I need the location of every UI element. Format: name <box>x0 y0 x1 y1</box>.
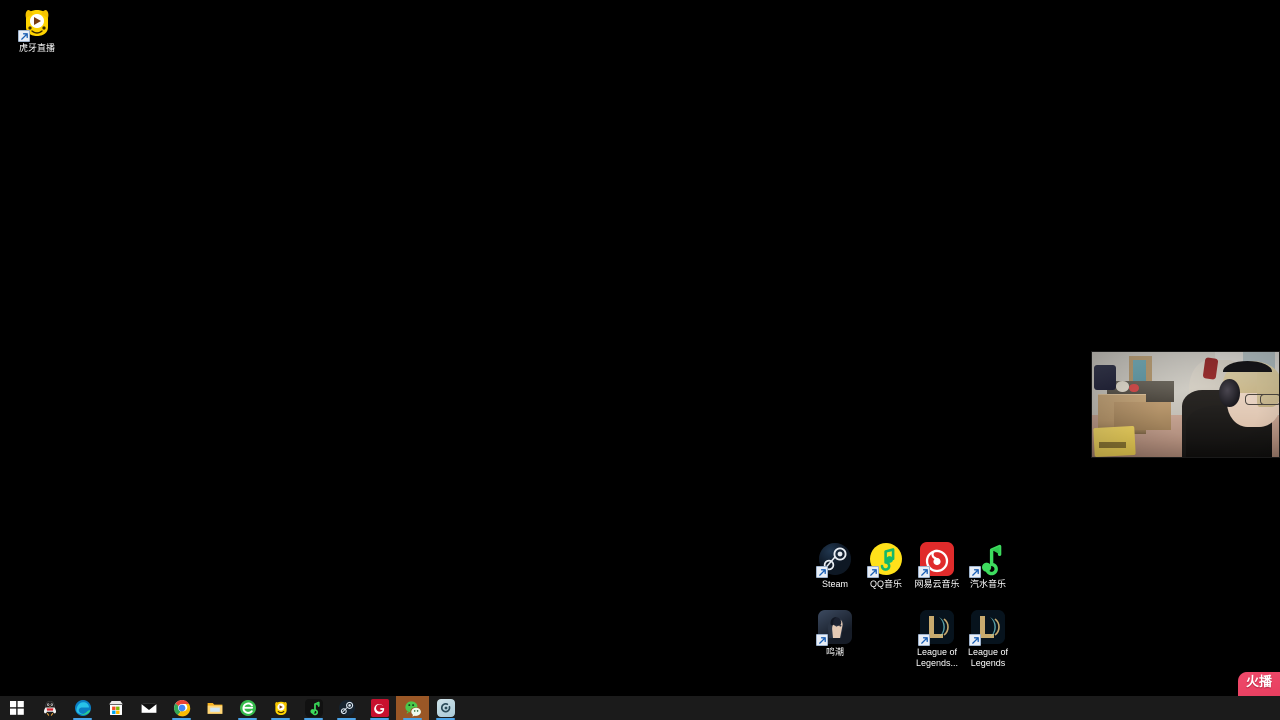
windows-start-icon <box>8 699 26 717</box>
taskbar[interactable] <box>0 696 1280 720</box>
edge-icon <box>74 699 92 717</box>
league-of-legends-icon <box>971 610 1005 644</box>
desktop-icon-wuthering-waves[interactable]: 鸣潮 <box>798 610 872 658</box>
shortcut-badge-icon <box>867 566 879 578</box>
steam-icon <box>818 542 852 576</box>
taskbar-360-browser[interactable] <box>231 696 264 720</box>
webcam-vignette <box>1092 352 1279 457</box>
webcam-overlay[interactable] <box>1091 351 1280 458</box>
shortcut-badge-icon <box>816 566 828 578</box>
qishui-music-icon <box>971 542 1005 576</box>
chrome-icon <box>173 699 191 717</box>
taskbar-qq[interactable] <box>33 696 66 720</box>
desktop[interactable]: 虎牙直播 Steam <box>0 0 1280 720</box>
league-of-legends-icon <box>920 610 954 644</box>
huobo-title: 火播 <box>1246 675 1272 689</box>
taskbar-microsoft-store[interactable] <box>99 696 132 720</box>
wechat-icon <box>404 699 422 717</box>
qq-music-icon <box>869 542 903 576</box>
netease-music-icon <box>920 542 954 576</box>
mail-icon <box>140 699 158 717</box>
shortcut-badge-icon <box>969 566 981 578</box>
taskbar-huya[interactable] <box>264 696 297 720</box>
huya-tiger-icon <box>272 699 290 717</box>
desktop-icon-label: 鸣潮 <box>826 647 844 658</box>
desktop-icon-label: Steam <box>822 579 848 590</box>
screen-capture-icon <box>437 699 455 717</box>
shortcut-badge-icon <box>969 634 981 646</box>
desktop-icon-qishui-music[interactable]: 汽水音乐 <box>951 542 1025 590</box>
taskbar-qishui-music[interactable] <box>297 696 330 720</box>
taskbar-mail[interactable] <box>132 696 165 720</box>
desktop-icon-label: 汽水音乐 <box>970 579 1006 590</box>
microsoft-store-icon <box>107 699 125 717</box>
desktop-icon-label: 虎牙直播 <box>19 43 55 54</box>
taskbar-chrome[interactable] <box>165 696 198 720</box>
steam-icon <box>338 699 356 717</box>
taskbar-wechat[interactable] <box>396 696 429 720</box>
shortcut-badge-icon <box>18 30 30 42</box>
taskbar-edge[interactable] <box>66 696 99 720</box>
desktop-icon-huya-live[interactable]: 虎牙直播 <box>0 6 74 54</box>
desktop-icon-label: QQ音乐 <box>870 579 902 590</box>
file-explorer-icon <box>206 699 224 717</box>
taskbar-logitech-g[interactable] <box>363 696 396 720</box>
360-browser-icon <box>239 699 257 717</box>
start-button[interactable] <box>0 696 33 720</box>
logitech-g-icon <box>371 699 389 717</box>
taskbar-file-explorer[interactable] <box>198 696 231 720</box>
qq-penguin-icon <box>41 699 59 717</box>
qishui-music-icon <box>305 699 323 717</box>
desktop-icon-label: League of Legends <box>951 647 1025 669</box>
shortcut-badge-icon <box>918 566 930 578</box>
wuthering-waves-icon <box>818 610 852 644</box>
huya-tiger-icon <box>20 6 54 40</box>
taskbar-steam[interactable] <box>330 696 363 720</box>
taskbar-screen-capture[interactable] <box>429 696 462 720</box>
shortcut-badge-icon <box>816 634 828 646</box>
desktop-icon-league-of-legends[interactable]: League of Legends <box>951 610 1025 669</box>
shortcut-badge-icon <box>918 634 930 646</box>
